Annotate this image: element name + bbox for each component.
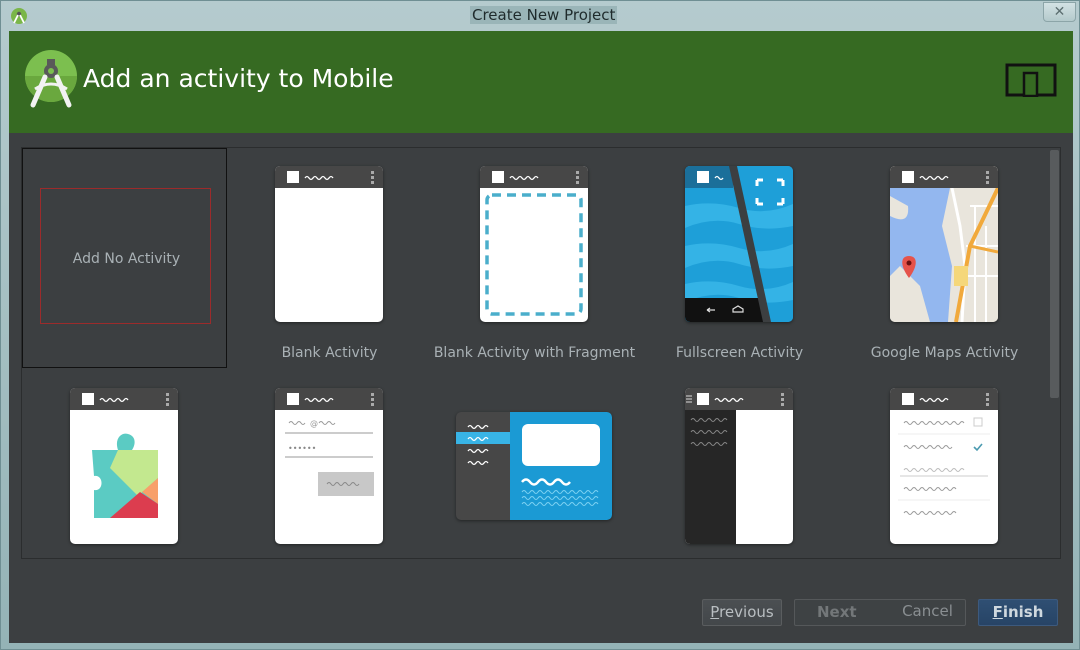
tile-google-maps-activity[interactable]: Google Maps Activity [842,148,1047,368]
window-title: Create New Project [470,6,618,24]
close-icon: ✕ [1053,4,1066,20]
android-studio-logo-icon [25,50,77,108]
login-thumbnail: @ •••••• [275,388,383,544]
google-maps-thumbnail [890,166,998,322]
master-detail-thumbnail [456,412,612,520]
svg-text:@: @ [310,419,318,428]
tile-blank-activity[interactable]: Blank Activity [227,148,432,368]
tile-label: Blank Activity with Fragment [433,345,636,361]
settings-thumbnail [890,388,998,544]
google-play-services-thumbnail [70,388,178,544]
tile-navigation-drawer[interactable] [637,370,842,590]
page-title: Add an activity to Mobile [83,64,394,93]
finish-label: inish [1002,603,1044,621]
next-label: Next [817,603,857,621]
no-activity-preview: Add No Activity [40,188,211,324]
close-button[interactable]: ✕ [1043,2,1076,22]
tile-blank-activity-fragment[interactable]: Blank Activity with Fragment [432,148,637,368]
scrollbar-thumb[interactable] [1050,150,1059,398]
fullscreen-thumbnail [685,166,793,322]
activity-gallery: Add No Activity Blank Activity Blank Act… [21,147,1061,559]
android-studio-app-icon [11,8,27,24]
tile-google-play-services[interactable] [22,370,227,590]
tile-label: Blank Activity [281,345,378,361]
tile-fullscreen-activity[interactable]: Fullscreen Activity [637,148,842,368]
gallery-scrollbar[interactable] [1049,148,1061,558]
tile-label: Google Maps Activity [870,345,1019,361]
tile-login-activity[interactable]: @ •••••• [227,370,432,590]
tile-master-detail[interactable] [432,370,637,590]
navigation-drawer-thumbnail [685,388,793,544]
tile-label: Add No Activity [72,251,181,267]
previous-button[interactable]: Previous [702,599,782,626]
header-banner: Add an activity to Mobile [9,31,1073,133]
previous-label: revious [719,603,774,621]
blank-activity-thumbnail [275,166,383,322]
create-new-project-window: Create New Project ✕ Add an activity to … [0,0,1080,650]
finish-mnemonic: F [992,603,1003,621]
finish-button[interactable]: Finish [978,599,1058,626]
title-bar: Create New Project ✕ [1,1,1080,31]
dialog-content: Add an activity to Mobile Add No Activit… [9,31,1073,643]
mobile-tablet-icon [1005,63,1057,97]
tile-settings-activity[interactable] [842,370,1047,590]
tile-add-no-activity[interactable]: Add No Activity [22,148,227,368]
previous-mnemonic: P [710,603,720,621]
svg-text:••••••: •••••• [288,444,316,453]
cancel-button[interactable]: Cancel [889,599,966,626]
blank-fragment-thumbnail [480,166,588,322]
cancel-label: Cancel [902,602,953,620]
tile-label: Fullscreen Activity [675,345,804,361]
